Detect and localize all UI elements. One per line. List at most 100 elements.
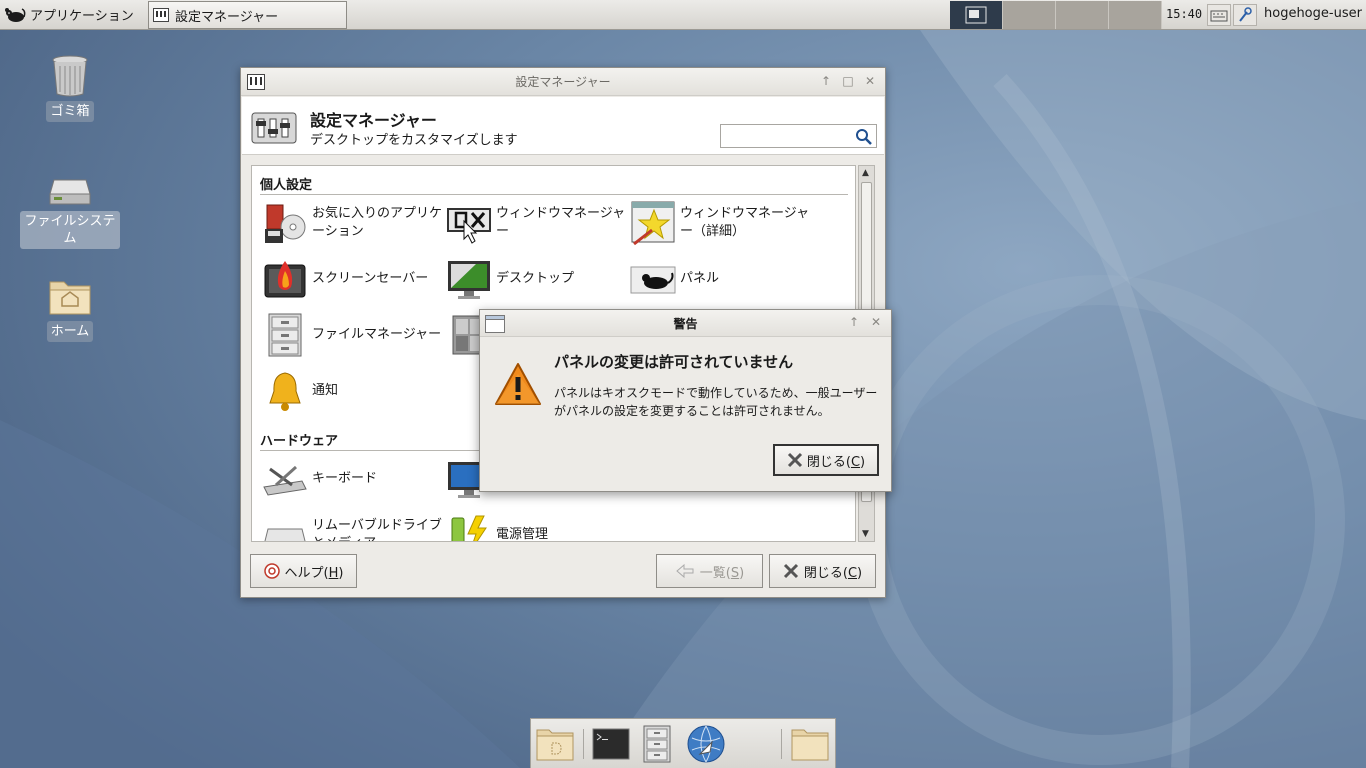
settings-titlebar[interactable]: 設定マネージャー ↑ □ ✕ <box>241 68 885 96</box>
dock-web-browser[interactable] <box>686 724 726 764</box>
terminal-icon <box>592 728 630 760</box>
item-label: 通知 <box>312 383 339 398</box>
scroll-up-icon[interactable]: ▲ <box>862 168 869 178</box>
shade-icon[interactable]: ↑ <box>819 74 833 88</box>
close-x-icon <box>787 452 802 468</box>
preferred-applications-icon <box>265 204 306 243</box>
desktop-icon-label: ゴミ箱 <box>46 101 94 122</box>
item-notifications[interactable]: 通知 <box>262 368 444 414</box>
item-label: キーボード <box>312 471 378 486</box>
warning-icon <box>495 363 541 405</box>
all-settings-button-label: 一覧(S) <box>699 565 745 581</box>
item-label: スクリーンセーバー <box>312 271 429 286</box>
trash-icon <box>52 55 88 97</box>
help-icon <box>263 563 280 579</box>
item-label: ウィンドウマネージャー（詳細） <box>680 206 810 239</box>
dock-folder[interactable] <box>790 724 830 764</box>
network-icon[interactable] <box>1233 4 1257 26</box>
file-cabinet-icon <box>643 725 671 763</box>
top-panel: アプリケーション 設定マネージャー 15:40 hogehoge-user <box>0 0 1366 30</box>
warning-close-button[interactable]: 閉じる(C) <box>773 444 879 476</box>
item-keyboard[interactable]: キーボード <box>262 456 444 502</box>
system-tray <box>1207 4 1257 26</box>
dock-show-desktop[interactable] <box>535 724 575 764</box>
workspace-switcher <box>950 1 1162 29</box>
file-cabinet-icon <box>268 313 302 357</box>
keyboard-icon <box>263 465 307 496</box>
workspace-4[interactable] <box>1109 1 1162 29</box>
item-preferred-applications[interactable]: お気に入りのアプリケーション <box>262 200 444 246</box>
taskbar-button-settings-manager[interactable]: 設定マネージャー <box>148 1 347 29</box>
warning-close-label: 閉じる(C) <box>806 454 866 470</box>
settings-header: 設定マネージャー デスクトップをカスタマイズします <box>242 97 884 155</box>
desktop-icon-home[interactable]: ホーム <box>44 274 96 342</box>
window-manager-tweaks-icon <box>631 201 675 246</box>
desktop-icon-label: ホーム <box>46 321 94 342</box>
item-panel[interactable]: パネル <box>630 256 812 302</box>
dock-file-manager[interactable] <box>637 724 677 764</box>
close-x-icon <box>783 563 798 579</box>
item-window-manager-tweaks[interactable]: ウィンドウマネージャー（詳細） <box>630 200 812 246</box>
section-personal: 個人設定 <box>260 174 848 195</box>
close-icon[interactable]: ✕ <box>869 315 883 329</box>
help-button-label: ヘルプ(H) <box>284 565 344 581</box>
dock-terminal[interactable] <box>591 724 631 764</box>
power-manager-icon <box>451 515 487 541</box>
warning-dialog: 警告 ↑ ✕ パネルの変更は許可されていません パネルはキオスクモードで動作して… <box>479 309 892 492</box>
screensaver-icon <box>264 261 306 298</box>
search-field[interactable] <box>720 124 877 148</box>
keyboard-icon[interactable] <box>1207 4 1231 26</box>
warning-heading: パネルの変更は許可されていません <box>554 353 794 371</box>
home-folder-icon <box>49 281 91 315</box>
item-screensaver[interactable]: スクリーンセーバー <box>262 256 444 302</box>
item-window-manager[interactable]: ウィンドウマネージャー <box>446 200 628 246</box>
hard-drive-icon <box>49 179 91 205</box>
settings-manager-large-icon <box>251 112 297 144</box>
settings-manager-icon <box>965 6 987 24</box>
warning-message: パネルはキオスクモードで動作しているため、一般ユーザーがパネルの設定を変更するこ… <box>554 386 878 418</box>
item-label: ウィンドウマネージャー <box>496 206 626 239</box>
window-manager-icon <box>447 208 491 244</box>
item-label: お気に入りのアプリケーション <box>312 206 443 239</box>
panel-icon <box>630 266 676 294</box>
all-settings-button[interactable]: 一覧(S) <box>656 554 763 588</box>
scroll-down-icon[interactable]: ▼ <box>862 529 869 539</box>
applications-menu[interactable]: アプリケーション <box>0 0 140 30</box>
desktop-icon-trash[interactable]: ゴミ箱 <box>44 54 96 122</box>
item-removable-drives[interactable]: リムーバブルドライブとメディア <box>262 512 444 541</box>
desktop-icon-filesystem[interactable]: ファイルシステム <box>20 174 120 249</box>
bell-icon <box>269 372 301 411</box>
maximize-icon[interactable]: □ <box>841 74 855 88</box>
item-label: ファイルマネージャー <box>312 327 442 342</box>
header-subtitle: デスクトップをカスタマイズします <box>310 133 518 148</box>
window-title: 設定マネージャー <box>515 75 611 89</box>
item-power-manager[interactable]: 電源管理 <box>446 512 628 542</box>
xfce-mouse-icon <box>5 7 26 22</box>
search-input[interactable] <box>723 126 853 146</box>
desktop-icon-label: ファイルシステム <box>20 211 120 249</box>
close-button[interactable]: 閉じる(C) <box>769 554 876 588</box>
applications-menu-label: アプリケーション <box>30 9 134 24</box>
desktop-folder-icon <box>536 729 574 761</box>
item-label: パネル <box>680 271 720 286</box>
item-file-manager[interactable]: ファイルマネージャー <box>262 312 444 358</box>
item-desktop[interactable]: デスクトップ <box>446 256 628 302</box>
item-label: デスクトップ <box>496 271 575 286</box>
taskbar-button-label: 設定マネージャー <box>175 9 279 25</box>
back-arrow-icon <box>676 563 694 579</box>
workspace-2[interactable] <box>1003 1 1056 29</box>
warning-titlebar[interactable]: 警告 ↑ ✕ <box>480 310 891 337</box>
removable-drive-icon <box>264 528 306 541</box>
clock[interactable]: 15:40 <box>1166 7 1202 21</box>
warning-title: 警告 <box>673 316 698 331</box>
search-icon[interactable] <box>855 128 873 146</box>
shade-icon[interactable]: ↑ <box>847 315 861 329</box>
help-button[interactable]: ヘルプ(H) <box>250 554 357 588</box>
user-menu[interactable]: hogehoge-user <box>1264 6 1362 21</box>
close-icon[interactable]: ✕ <box>863 74 877 88</box>
workspace-3[interactable] <box>1056 1 1109 29</box>
close-button-label: 閉じる(C) <box>803 565 863 581</box>
workspace-1[interactable] <box>950 1 1003 29</box>
item-label: 電源管理 <box>496 527 549 542</box>
header-title: 設定マネージャー <box>310 111 437 130</box>
